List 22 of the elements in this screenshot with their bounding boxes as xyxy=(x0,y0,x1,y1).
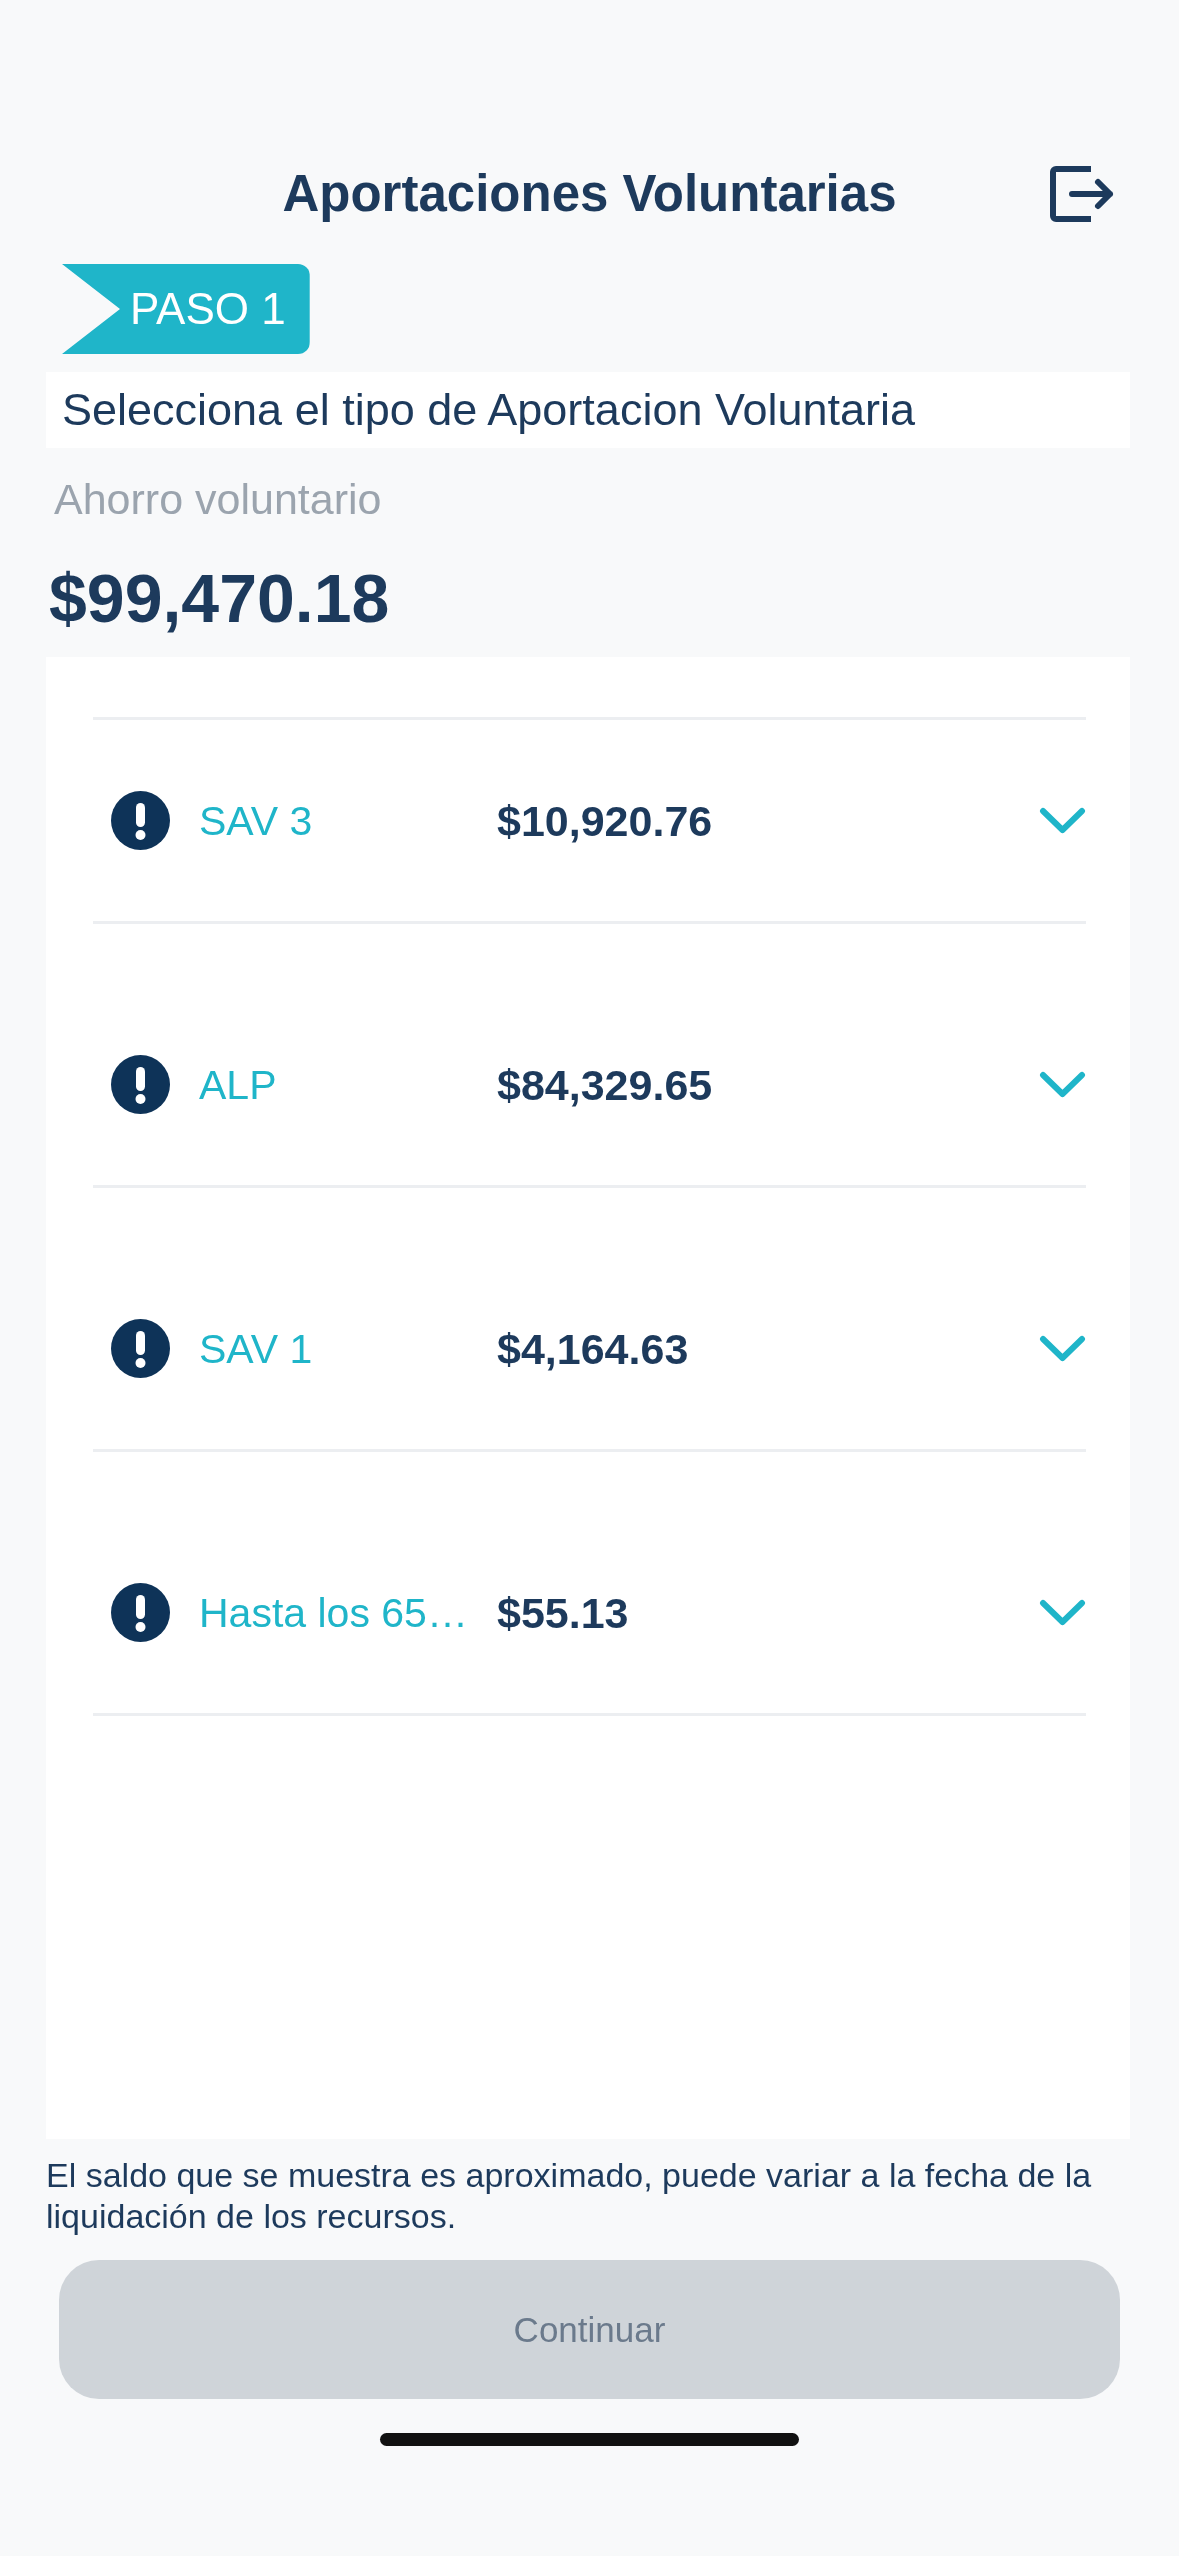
account-amount: $4,164.63 xyxy=(497,1323,689,1374)
account-name: SAV 3 xyxy=(199,796,314,846)
account-name: Hasta los 65… xyxy=(199,1588,469,1638)
account-amount: $84,329.65 xyxy=(497,1059,713,1110)
exclamation-circle-icon xyxy=(111,1583,170,1642)
chevron-down-icon[interactable] xyxy=(1039,1071,1086,1098)
chevron-down-icon[interactable] xyxy=(1039,807,1086,834)
chevron-down-icon[interactable] xyxy=(1039,1599,1086,1626)
account-name: SAV 1 xyxy=(199,1324,314,1374)
disclaimer-text: El saldo que se muestra es aproximado, puede variar a la fecha de la liquidación de los recursos. xyxy=(46,2155,1093,2237)
exclamation-circle-icon xyxy=(111,1055,170,1114)
balance-amount: $99,470.18 xyxy=(49,560,390,636)
step-badge: PASO 1 xyxy=(62,264,310,354)
exclamation-circle-icon xyxy=(111,791,170,850)
account-amount: $55.13 xyxy=(497,1587,629,1638)
account-amount: $10,920.76 xyxy=(497,795,713,846)
account-name: ALP xyxy=(199,1060,278,1110)
instruction-text: Selecciona el tipo de Aportacion Voluntaria xyxy=(46,372,1130,448)
balance-label: Ahorro voluntario xyxy=(54,474,382,524)
screen-title: Aportaciones Voluntarias xyxy=(282,164,897,224)
chevron-down-icon[interactable] xyxy=(1039,1335,1086,1362)
exclamation-circle-icon xyxy=(111,1319,170,1378)
